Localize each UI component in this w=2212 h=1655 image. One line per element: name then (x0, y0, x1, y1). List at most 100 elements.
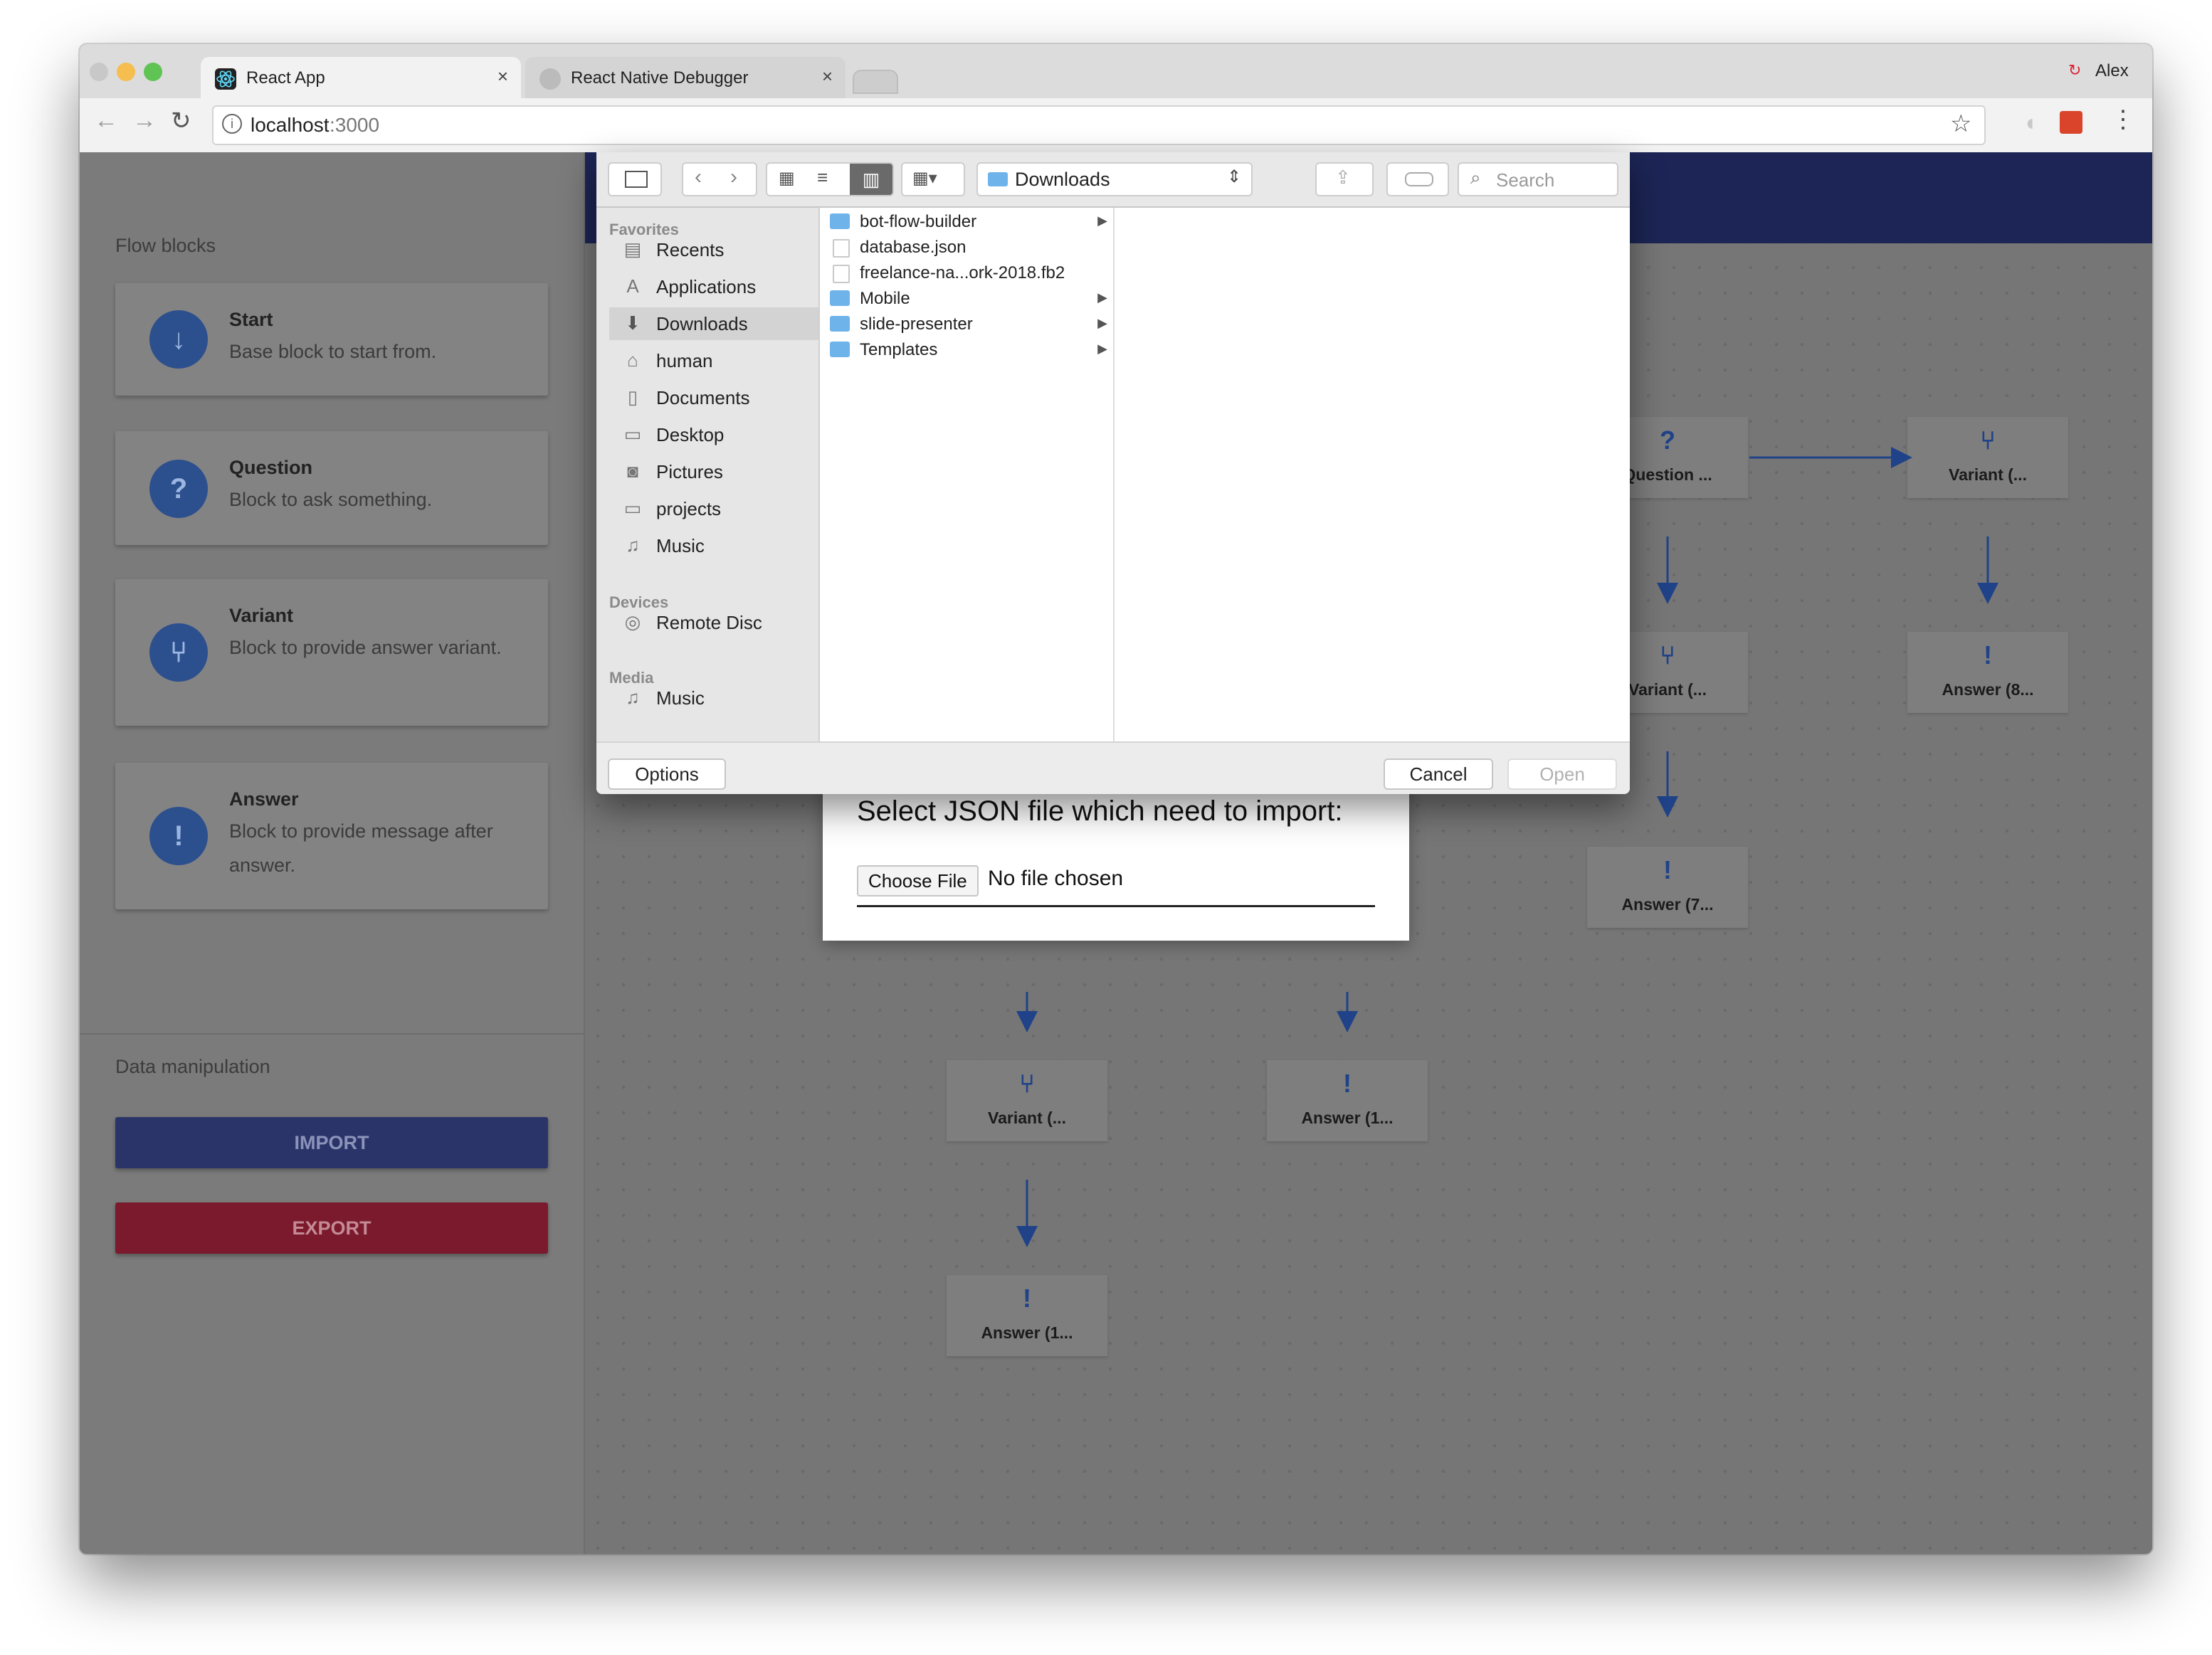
tab-strip: React App × React Native Debugger × ↻ Al… (80, 44, 2152, 98)
search-placeholder: Search (1496, 169, 1555, 191)
sidebar-item-label: Desktop (656, 424, 725, 445)
sidebar-item-documents[interactable]: ▯ Documents (618, 381, 818, 414)
forward-chevron-icon[interactable]: › (730, 165, 737, 189)
share-icon: ⇪ (1335, 166, 1351, 188)
downloads-icon: ⬇ (625, 312, 641, 334)
file-name: Templates (860, 340, 938, 359)
icon-view-icon[interactable]: ▦ (779, 168, 795, 189)
tab-title: React App (246, 68, 325, 88)
file-row-folder[interactable]: bot-flow-builder ▶ (820, 209, 1113, 235)
folder-icon (830, 342, 850, 357)
file-open-dialog: ‹ › ▦ ≡ ▥ ▦▾ Downloads ⇕ ⇪ ⌕ Search Favo… (596, 152, 1630, 794)
share-button[interactable]: ⇪ (1315, 162, 1374, 196)
forward-arrow-icon[interactable]: → (132, 107, 157, 134)
file-row-file[interactable]: freelance-na...ork-2018.fb2 (820, 260, 1113, 286)
disclosure-arrow-icon: ▶ (1097, 213, 1107, 228)
menu-dots-icon[interactable]: ⋮ (2111, 105, 2135, 134)
sidebar-item-pictures[interactable]: ◙ Pictures (618, 455, 818, 488)
choose-file-button[interactable]: Choose File (857, 865, 979, 897)
file-row-folder[interactable]: Templates ▶ (820, 337, 1113, 363)
tag-button[interactable] (1386, 162, 1449, 196)
back-chevron-icon[interactable]: ‹ (695, 165, 702, 189)
file-row-folder[interactable]: Mobile ▶ (820, 286, 1113, 312)
zoom-window-button[interactable] (144, 63, 162, 81)
search-field[interactable]: ⌕ Search (1458, 162, 1618, 196)
location-popup[interactable]: Downloads ⇕ (976, 162, 1253, 196)
sidebar-item-label: Recents (656, 239, 725, 260)
file-input-underline (857, 905, 1375, 907)
disclosure-arrow-icon: ▶ (1097, 290, 1107, 305)
sidebar-item-applications[interactable]: A Applications (618, 270, 818, 303)
extension-icon[interactable]: ◐ (2026, 110, 2039, 136)
column-view-icon[interactable]: ▥ (850, 164, 892, 195)
browser-toolbar: ← → ↻ i localhost :3000 ☆ ◐ ⋮ (80, 98, 2152, 154)
updown-chevron-icon: ⇕ (1227, 167, 1242, 186)
folder-icon (830, 290, 850, 306)
minimize-window-button[interactable] (117, 63, 135, 81)
file-name: bot-flow-builder (860, 212, 977, 231)
music-icon: ♫ (626, 534, 640, 556)
file-name: database.json (860, 238, 967, 257)
sidebar-item-label: Documents (656, 387, 750, 408)
sidebar-toggle-icon[interactable] (608, 162, 662, 196)
document-icon (833, 239, 850, 258)
disclosure-arrow-icon: ▶ (1097, 316, 1107, 330)
folder-icon (830, 316, 850, 332)
back-forward-buttons[interactable]: ‹ › (682, 162, 757, 196)
tab-close-icon[interactable]: × (822, 65, 833, 88)
sidebar-item-music[interactable]: ♫ Music (618, 529, 818, 562)
sidebar-item-media-music[interactable]: ♫ Music (618, 682, 818, 714)
document-icon (833, 265, 850, 283)
file-name: Mobile (860, 289, 910, 308)
profile-name[interactable]: Alex (2095, 61, 2129, 81)
extension-red-icon[interactable] (2060, 111, 2082, 134)
sidebar-item-downloads[interactable]: ⬇ Downloads (609, 307, 818, 340)
arrange-menu-button[interactable]: ▦▾ (901, 162, 965, 196)
url-port: :3000 (330, 114, 380, 136)
folder-icon (830, 213, 850, 229)
sidebar-item-human[interactable]: ⌂ human (618, 344, 818, 377)
sidebar-item-recents[interactable]: ▤ Recents (618, 233, 818, 266)
file-status-text: No file chosen (988, 867, 1124, 890)
disclosure-arrow-icon: ▶ (1097, 342, 1107, 356)
cancel-button[interactable]: Cancel (1384, 758, 1493, 790)
preview-column (1115, 208, 1630, 741)
downloads-folder-icon (988, 172, 1008, 186)
options-button[interactable]: Options (608, 758, 726, 790)
documents-icon: ▯ (627, 386, 638, 408)
file-row-folder[interactable]: slide-presenter ▶ (820, 312, 1113, 337)
sidebar-glyph (625, 171, 648, 188)
disc-icon: ◎ (624, 611, 641, 633)
bookmark-star-icon[interactable]: ☆ (1950, 110, 1971, 138)
tab-title: React Native Debugger (571, 68, 749, 88)
info-icon[interactable]: i (222, 114, 242, 134)
back-arrow-icon[interactable]: ← (94, 107, 118, 134)
music-icon: ♫ (626, 687, 640, 708)
react-logo-icon (215, 68, 236, 90)
view-mode-buttons[interactable]: ▦ ≡ ▥ (766, 162, 894, 196)
tab-react-native-debugger[interactable]: React Native Debugger × (525, 57, 846, 98)
sidebar-item-projects[interactable]: ▭ projects (618, 492, 818, 525)
reload-icon[interactable]: ↻ (171, 107, 191, 135)
tab-close-icon[interactable]: × (497, 65, 508, 88)
dialog-button-bar: Options Cancel Open (596, 741, 1630, 794)
file-row-file[interactable]: database.json (820, 235, 1113, 260)
sidebar-item-desktop[interactable]: ▭ Desktop (618, 418, 818, 451)
new-tab-button[interactable] (853, 70, 898, 94)
open-button[interactable]: Open (1507, 758, 1617, 790)
debugger-icon (539, 68, 561, 90)
dialog-sidebar: Favorites ▤ Recents A Applications ⬇ Downlo… (596, 208, 820, 741)
applications-icon: A (626, 275, 639, 297)
sidebar-item-remote-disc[interactable]: ◎ Remote Disc (618, 606, 818, 639)
close-window-button[interactable] (90, 63, 108, 81)
location-label: Downloads (1015, 169, 1110, 190)
sidebar-item-label: human (656, 350, 713, 371)
search-icon: ⌕ (1470, 166, 1481, 188)
file-name: slide-presenter (860, 314, 973, 334)
tab-react-app[interactable]: React App × (201, 57, 521, 98)
list-view-icon[interactable]: ≡ (817, 166, 828, 189)
address-bar[interactable]: i localhost :3000 ☆ (212, 105, 1986, 145)
pictures-icon: ◙ (627, 460, 638, 482)
dialog-toolbar: ‹ › ▦ ≡ ▥ ▦▾ Downloads ⇕ ⇪ ⌕ Search (596, 152, 1630, 208)
arrange-icon: ▦▾ (912, 169, 937, 188)
